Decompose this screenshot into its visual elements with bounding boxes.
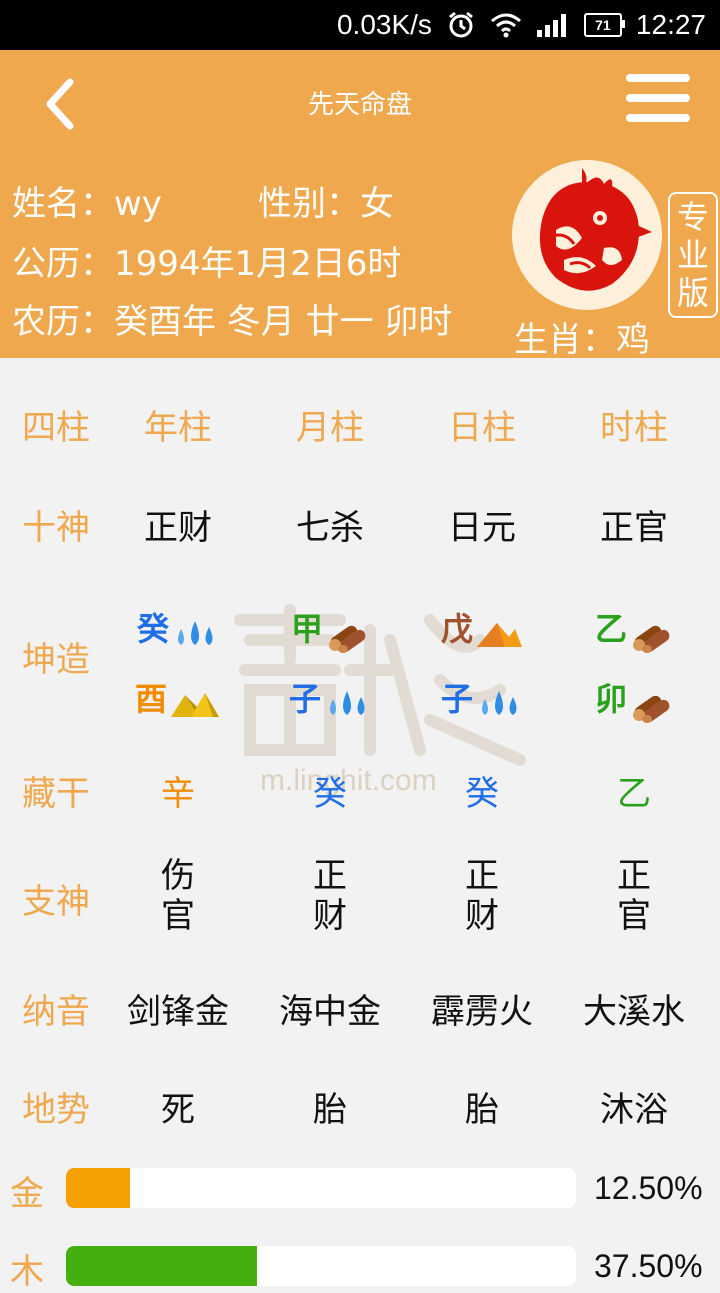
wood-icon [629,685,673,727]
nayin-cell: 大溪水 [583,992,685,1032]
heavenly-stem-char: 癸 [136,610,169,648]
clock: 12:27 [635,9,706,40]
element-progress-fill [66,1168,130,1208]
canggan-cell: 辛 [161,774,195,814]
canggan-cell: 癸 [313,774,347,814]
element-progress-bar [66,1246,576,1286]
element-percent: 37.50% [594,1248,703,1284]
zhishen-cell: 伤官 [161,856,195,936]
dishi-cell: 死 [161,1090,195,1130]
heavenly-stem-cell: 戊 [406,604,558,655]
wood-icon [325,615,369,657]
solar-date: 公历：1994年1月2日6时 [12,244,402,284]
signal-icon [536,12,570,38]
earthly-branch-char: 子 [288,680,321,718]
shishen-cell: 七杀 [296,508,364,548]
app-header: 先天命盘 姓名：wy 性别：女 公历：1994年1月2日6时 农历：癸酉年 冬月… [0,50,720,360]
battery-icon: 71 [583,13,625,37]
row-label: 四柱 [22,408,90,448]
earthly-branch-cell: 卯 [558,674,710,727]
status-bar: 0.03K/s 71 12:27 [0,0,720,50]
rooster-icon [512,160,662,310]
dishi-cell: 胎 [465,1090,499,1130]
heavenly-stem-cell: 癸 [102,604,254,655]
nayin-cell: 海中金 [279,992,381,1032]
dishi-cell: 胎 [313,1090,347,1130]
row-label: 十神 [22,508,90,548]
earthly-branch-cell: 酉 [102,674,254,725]
network-speed: 0.03K/s [336,9,432,40]
menu-icon [626,74,690,82]
nayin-cell: 霹雳火 [431,992,533,1032]
heavenly-stem-char: 甲 [290,610,323,648]
metal-icon [169,687,221,725]
element-label: 金 [10,1174,44,1214]
element-percent: 12.50% [594,1170,703,1206]
zhishen-cell: 正官 [617,856,651,936]
month-pillar-header: 月柱 [296,408,364,448]
row-label: 坤造 [22,640,90,680]
earthly-branch-char: 酉 [134,680,167,718]
menu-button[interactable] [626,74,690,130]
gender-field: 性别：女 [258,184,394,224]
zhishen-cell: 正财 [465,856,499,936]
earthly-branch-char: 卯 [594,680,627,718]
wood-icon [629,615,673,657]
shishen-cell: 日元 [448,508,516,548]
water-icon [323,687,371,725]
heavenly-stem-char: 戊 [440,610,473,648]
earthly-branch-char: 子 [440,680,473,718]
earthly-branch-cell: 子 [254,674,406,725]
pro-version-button[interactable]: 专业版 [668,192,718,318]
row-label: 支神 [22,882,90,922]
canggan-cell: 癸 [465,774,499,814]
year-pillar-header: 年柱 [144,408,212,448]
row-label: 纳音 [22,992,90,1032]
hour-pillar-header: 时柱 [600,408,668,448]
name-field: 姓名：wy [12,184,162,224]
shishen-cell: 正财 [144,508,212,548]
zodiac-image [512,160,662,310]
dishi-cell: 沐浴 [600,1090,668,1130]
day-pillar-header: 日柱 [448,408,516,448]
row-label: 地势 [22,1090,90,1130]
element-label: 木 [10,1252,44,1292]
canggan-cell: 乙 [617,774,651,814]
row-label: 藏干 [22,774,90,814]
alarm-icon [446,10,476,40]
element-progress-fill [66,1246,258,1286]
heavenly-stem-char: 乙 [594,610,627,648]
page-title: 先天命盘 [307,90,412,120]
earth-icon [475,617,523,655]
nayin-cell: 剑锋金 [127,992,229,1032]
earthly-branch-cell: 子 [406,674,558,725]
heavenly-stem-cell: 乙 [558,604,710,657]
zodiac-label: 生肖：鸡 [514,320,650,360]
lunar-date: 农历：癸酉年 冬月 廿一 卯时 [12,302,453,342]
water-icon [171,617,219,655]
heavenly-stem-cell: 甲 [254,604,406,657]
element-progress-bar [66,1168,576,1208]
wifi-icon [490,12,522,38]
zhishen-cell: 正财 [313,856,347,936]
shishen-cell: 正官 [600,508,668,548]
water-icon [475,687,523,725]
